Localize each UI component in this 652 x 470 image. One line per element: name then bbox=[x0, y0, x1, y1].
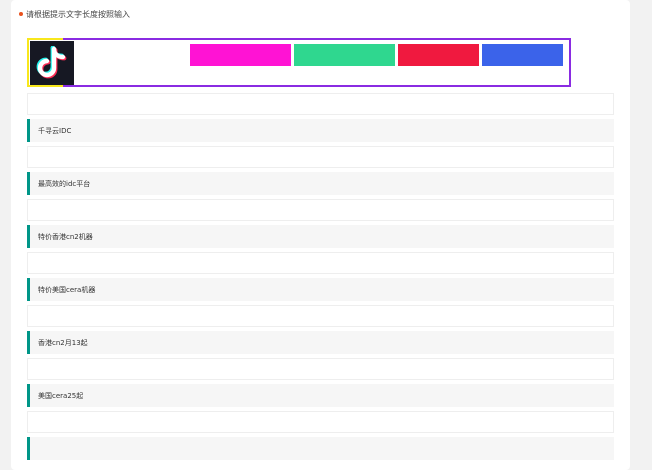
banner-swatch-blue[interactable] bbox=[482, 44, 563, 66]
list-spacer bbox=[27, 358, 614, 380]
banner-swatch-magenta[interactable] bbox=[190, 44, 291, 66]
list-spacer bbox=[27, 252, 614, 274]
banner-swatch-red[interactable] bbox=[398, 44, 479, 66]
list-spacer bbox=[27, 411, 614, 433]
list-item[interactable]: 香港cn2月13起 bbox=[27, 331, 614, 354]
list-item-label: 特价美国cera机器 bbox=[38, 285, 96, 294]
list-item[interactable] bbox=[27, 437, 614, 460]
banner-swatch-green[interactable] bbox=[294, 44, 395, 66]
list-spacer bbox=[27, 305, 614, 327]
hint-line: 请根据提示文字长度按照输入 bbox=[19, 8, 130, 20]
list-item[interactable]: 千寻云IDC bbox=[27, 119, 614, 142]
list-item-label: 最高效的idc平台 bbox=[38, 179, 91, 188]
list-spacer bbox=[27, 146, 614, 168]
list-spacer bbox=[27, 199, 614, 221]
list-item-label: 香港cn2月13起 bbox=[38, 338, 88, 347]
list-spacer bbox=[27, 93, 614, 115]
list-item[interactable]: 美国cera25起 bbox=[27, 384, 614, 407]
list-item[interactable]: 特价香港cn2机器 bbox=[27, 225, 614, 248]
tiktok-logo-icon[interactable] bbox=[30, 41, 74, 85]
list-item-label: 千寻云IDC bbox=[38, 126, 72, 135]
hint-text: 请根据提示文字长度按照输入 bbox=[26, 9, 130, 19]
list-item-label: 美国cera25起 bbox=[38, 391, 84, 400]
link-list: 千寻云IDC 最高效的idc平台 特价香港cn2机器 特价美国cera机器 香港… bbox=[27, 93, 614, 464]
list-item[interactable]: 特价美国cera机器 bbox=[27, 278, 614, 301]
hint-dot-icon bbox=[19, 12, 23, 16]
list-item[interactable]: 最高效的idc平台 bbox=[27, 172, 614, 195]
list-item-label: 特价香港cn2机器 bbox=[38, 232, 93, 241]
tiktok-note-icon bbox=[36, 46, 67, 79]
